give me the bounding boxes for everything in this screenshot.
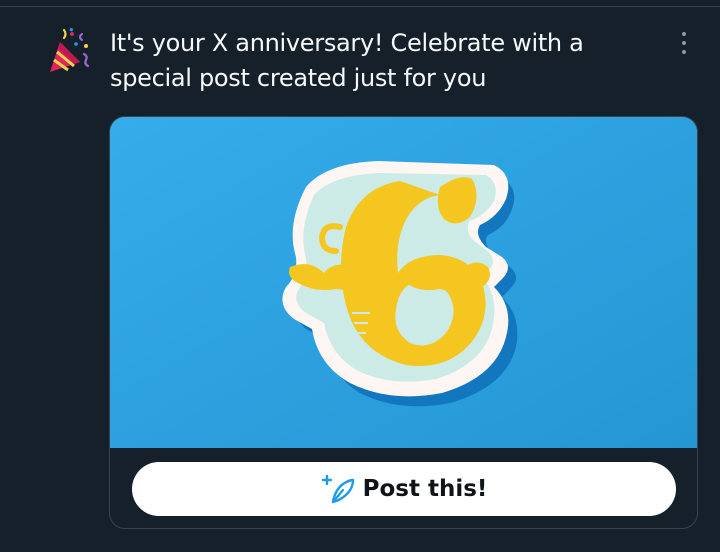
notification-item[interactable]: It's your X anniversary! Celebrate with … (0, 0, 720, 552)
anniversary-image (110, 117, 697, 448)
more-vertical-icon (682, 32, 686, 36)
party-popper-icon (46, 26, 96, 76)
anniversary-card[interactable]: Post this! (109, 116, 698, 529)
feather-sparkle-icon (321, 472, 355, 506)
divider (0, 6, 720, 7)
notification-text: It's your X anniversary! Celebrate with … (110, 29, 584, 92)
post-this-button[interactable]: Post this! (132, 462, 676, 516)
more-options-button[interactable] (672, 28, 696, 58)
post-this-label: Post this! (362, 476, 488, 502)
